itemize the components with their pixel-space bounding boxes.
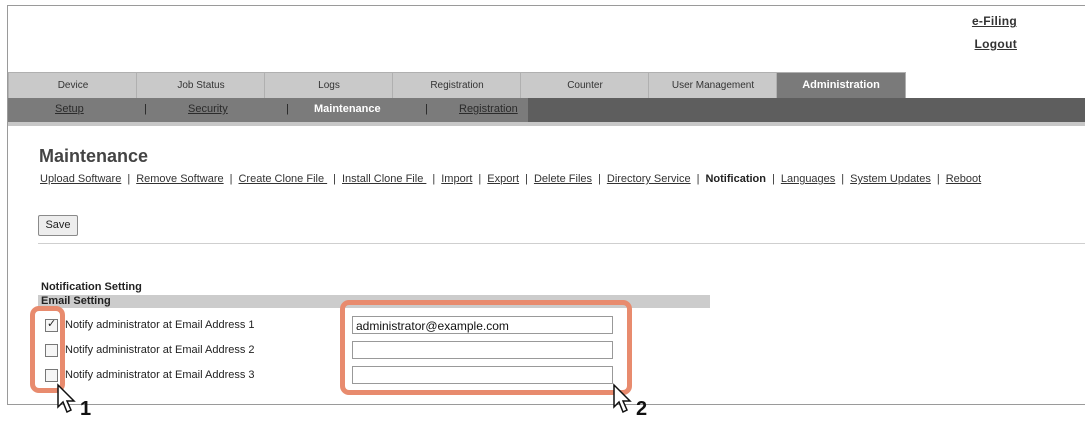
subnav-security[interactable]: Security xyxy=(188,103,228,115)
menu-system-updates[interactable]: System Updates xyxy=(850,173,931,185)
menu-upload-software[interactable]: Upload Software xyxy=(40,173,121,185)
pointer-cursor-icon xyxy=(613,383,632,414)
notify-label-1: Notify administrator at Email Address 1 xyxy=(65,319,255,331)
menu-directory-service[interactable]: Directory Service xyxy=(607,173,691,185)
menu-notification[interactable]: Notification xyxy=(705,173,766,185)
logout-link[interactable]: Logout xyxy=(975,37,1017,51)
tab-device[interactable]: Device xyxy=(8,72,138,98)
save-button[interactable]: Save xyxy=(38,215,78,236)
tab-administration[interactable]: Administration xyxy=(776,72,906,98)
callout-number-2: 2 xyxy=(636,398,648,420)
menu-install-clone-file[interactable]: Install Clone File xyxy=(342,173,426,185)
callout-number-1: 1 xyxy=(80,398,92,420)
subnav-registration[interactable]: Registration xyxy=(459,103,518,115)
subnav-setup[interactable]: Setup xyxy=(55,103,84,115)
efiling-link[interactable]: e-Filing xyxy=(972,14,1017,28)
tab-logs[interactable]: Logs xyxy=(264,72,394,98)
subnav-separator: | xyxy=(425,103,428,115)
section-title: Notification Setting xyxy=(41,281,142,293)
notify-label-2: Notify administrator at Email Address 2 xyxy=(65,344,255,356)
subnav-underband xyxy=(8,122,1085,126)
maintenance-menu: Upload Software | Remove Software | Create C… xyxy=(40,173,982,185)
subnav-separator: | xyxy=(144,103,147,115)
menu-remove-software[interactable]: Remove Software xyxy=(136,173,223,185)
page-title: Maintenance xyxy=(39,146,149,166)
menu-reboot[interactable]: Reboot xyxy=(946,173,981,185)
tab-registration[interactable]: Registration xyxy=(392,72,522,98)
divider xyxy=(38,243,1085,244)
tab-user-management[interactable]: User Management xyxy=(648,72,778,98)
subnav-maintenance[interactable]: Maintenance xyxy=(314,103,381,115)
pointer-cursor-icon xyxy=(57,383,76,414)
notify-label-3: Notify administrator at Email Address 3 xyxy=(65,369,255,381)
menu-delete-files[interactable]: Delete Files xyxy=(534,173,592,185)
checkbox-highlight xyxy=(30,306,65,393)
menu-import[interactable]: Import xyxy=(441,173,472,185)
menu-languages[interactable]: Languages xyxy=(781,173,835,185)
menu-export[interactable]: Export xyxy=(487,173,519,185)
main-tabs: Device Job Status Logs Registration Coun… xyxy=(8,72,1085,98)
tab-job-status[interactable]: Job Status xyxy=(136,72,266,98)
subnav-separator: | xyxy=(286,103,289,115)
email-fields-highlight xyxy=(340,300,632,395)
sub-navigation: Setup | Security | Maintenance | Registr… xyxy=(8,98,1085,122)
tab-counter[interactable]: Counter xyxy=(520,72,650,98)
menu-create-clone-file[interactable]: Create Clone File xyxy=(238,173,327,185)
